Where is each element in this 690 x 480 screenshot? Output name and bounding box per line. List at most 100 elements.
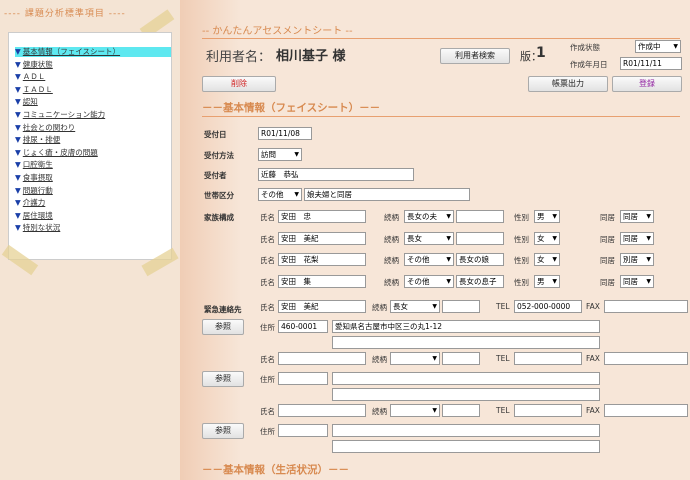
sidebar-item[interactable]: ▼ 食事摂取 [15,173,53,183]
chevron-down-icon: ▼ [646,234,651,242]
sidebar-item[interactable]: ▼ 特別な状況 [15,223,60,233]
contact-tel-input[interactable] [514,352,582,365]
sidebar-item[interactable]: ▼ 認知 [15,97,38,107]
chevron-down-icon: ▼ [446,234,451,242]
family-gender-select[interactable]: 女 ▼ [534,231,560,245]
family-gender-select[interactable]: 女 ▼ [534,253,560,266]
sidebar-item[interactable]: ▼ 口腔衛生 [15,160,53,170]
print-button[interactable]: 帳票出力 [528,76,608,92]
contact-address-input[interactable] [332,424,600,437]
contact-fax-input[interactable] [604,352,688,365]
delete-button[interactable]: 削除 [202,76,276,92]
contact-fax-input[interactable] [604,300,688,313]
triangle-down-icon: ▼ [15,198,21,208]
sidebar-item[interactable]: ▼ 介護力 [15,198,45,208]
family-living-select[interactable]: 別居 ▼ [620,253,654,266]
family-relation-select[interactable]: その他 ▼ [404,253,454,266]
contact-name-input[interactable] [278,404,366,417]
status-select[interactable]: 作成中 ▼ [635,40,681,53]
address-reference-button[interactable]: 参照 [202,371,244,387]
contact-name-input[interactable] [278,352,366,365]
method-label: 受付方法 [204,151,234,160]
sidebar-item-label: 口腔衛生 [22,160,53,170]
family-living-select-value: 同居 [623,276,638,286]
sidebar-item[interactable]: ▼ 居住環境 [15,211,53,221]
contact-relation-note-input[interactable] [442,300,480,313]
register-button[interactable]: 登録 [612,76,682,92]
contact-zip-input[interactable]: 460-0001 [278,320,328,333]
family-name-input[interactable]: 安田 美紀 [278,231,366,245]
family-gender-select[interactable]: 男 ▼ [534,210,560,223]
sidebar-item[interactable]: ▼ ＡＤＬ [15,72,45,82]
contact-relation-note-input[interactable] [442,404,480,417]
contact-fax-input[interactable] [604,404,688,417]
family-relation-note-input[interactable] [456,210,504,223]
address-reference-button[interactable]: 参照 [202,423,244,439]
received-date-label: 受付日 [204,130,227,139]
triangle-down-icon: ▼ [15,147,21,157]
family-gender-select[interactable]: 男 ▼ [534,274,560,288]
sheet-title: -- かんたんアセスメントシート -- [202,26,353,37]
sidebar-item-label: 特別な状況 [22,223,61,233]
family-relation-label: 続柄 [384,213,399,222]
contact-name-input[interactable]: 安田 美紀 [278,300,366,313]
sidebar-title: ---- 課題分析標準項目 ---- [4,9,126,19]
contact-address2-input[interactable] [332,440,600,453]
contact-zip-input[interactable] [278,424,328,437]
family-name-input[interactable]: 安田 花梨 [278,253,366,266]
family-living-select[interactable]: 同居 ▼ [620,210,654,223]
contact-address-input[interactable]: 愛知県名古屋市中区三の丸1-12 [332,320,600,333]
section-basic-underline [202,116,680,117]
sidebar-item[interactable]: ▼ コミュニケーション能力 [15,110,105,120]
sidebar-item[interactable]: ▼ じょく瘡・皮膚の問題 [15,148,98,158]
sidebar-item-label: 排尿・排便 [22,135,61,145]
sidebar-item[interactable]: ▼ ＩＡＤＬ [15,85,53,95]
received-date-input[interactable]: R01/11/08 [258,127,312,140]
family-name-label: 氏名 [260,256,275,265]
contact-tel-label: TEL [496,406,510,415]
date-input[interactable]: R01/11/11 [620,57,682,70]
family-relation-label: 続柄 [384,256,399,265]
contact-tel-input[interactable]: 052-000-0000 [514,300,582,313]
family-name-label: 氏名 [260,277,275,287]
family-relation-note-input[interactable]: 長女の娘 [456,253,504,266]
version-value: 1 [536,45,546,61]
household-select[interactable]: その他 ▼ [258,188,302,201]
contact-address2-input[interactable] [332,388,600,401]
chevron-down-icon: ▼ [646,256,651,263]
family-relation-note-input[interactable] [456,231,504,245]
date-label: 作成年月日 [570,60,608,69]
family-relation-select[interactable]: その他 ▼ [404,274,454,288]
sidebar-item[interactable]: ▼ 排尿・排便 [15,135,60,145]
user-name: 相川基子 様 [276,49,346,64]
contact-relation-select[interactable]: 長女 ▼ [390,300,440,313]
family-relation-select[interactable]: 長女の夫 ▼ [404,210,454,223]
contact-address2-input[interactable] [332,336,600,349]
contact-relation-select-value: 長女 [393,302,408,311]
triangle-down-icon: ▼ [15,173,21,182]
contact-address-input[interactable] [332,372,600,385]
contact-relation-select[interactable]: ▼ [390,352,440,365]
user-search-button[interactable]: 利用者検索 [440,48,510,64]
sidebar-item[interactable]: ▼ 健康状態 [15,60,53,70]
contact-tel-input[interactable] [514,404,582,417]
family-name-input[interactable]: 安田 集 [278,274,366,288]
family-living-select[interactable]: 同居 ▼ [620,231,654,245]
family-living-select[interactable]: 同居 ▼ [620,274,654,288]
sidebar-item[interactable]: ▼ 基本情報（フェイスシート） [15,47,171,57]
address-reference-button[interactable]: 参照 [202,319,244,335]
family-relation-select[interactable]: 長女 ▼ [404,231,454,245]
contact-zip-input[interactable] [278,372,328,385]
method-select[interactable]: 訪問 ▼ [258,148,302,161]
household-note-input[interactable]: 娘夫婦と同居 [304,188,470,201]
contact-name-label: 氏名 [260,407,275,416]
contact-fax-label: FAX [586,354,600,363]
sidebar-item[interactable]: ▼ 問題行動 [15,186,53,196]
contact-relation-select[interactable]: ▼ [390,404,440,417]
receiver-input[interactable]: 近藤 恭弘 [258,168,414,181]
contact-relation-note-input[interactable] [442,352,480,365]
family-relation-note-input[interactable]: 長女の息子 [456,274,504,288]
family-name-input[interactable]: 安田 忠 [278,210,366,223]
sidebar-item[interactable]: ▼ 社会との関わり [15,123,75,133]
contact-fax-label: FAX [586,406,600,415]
